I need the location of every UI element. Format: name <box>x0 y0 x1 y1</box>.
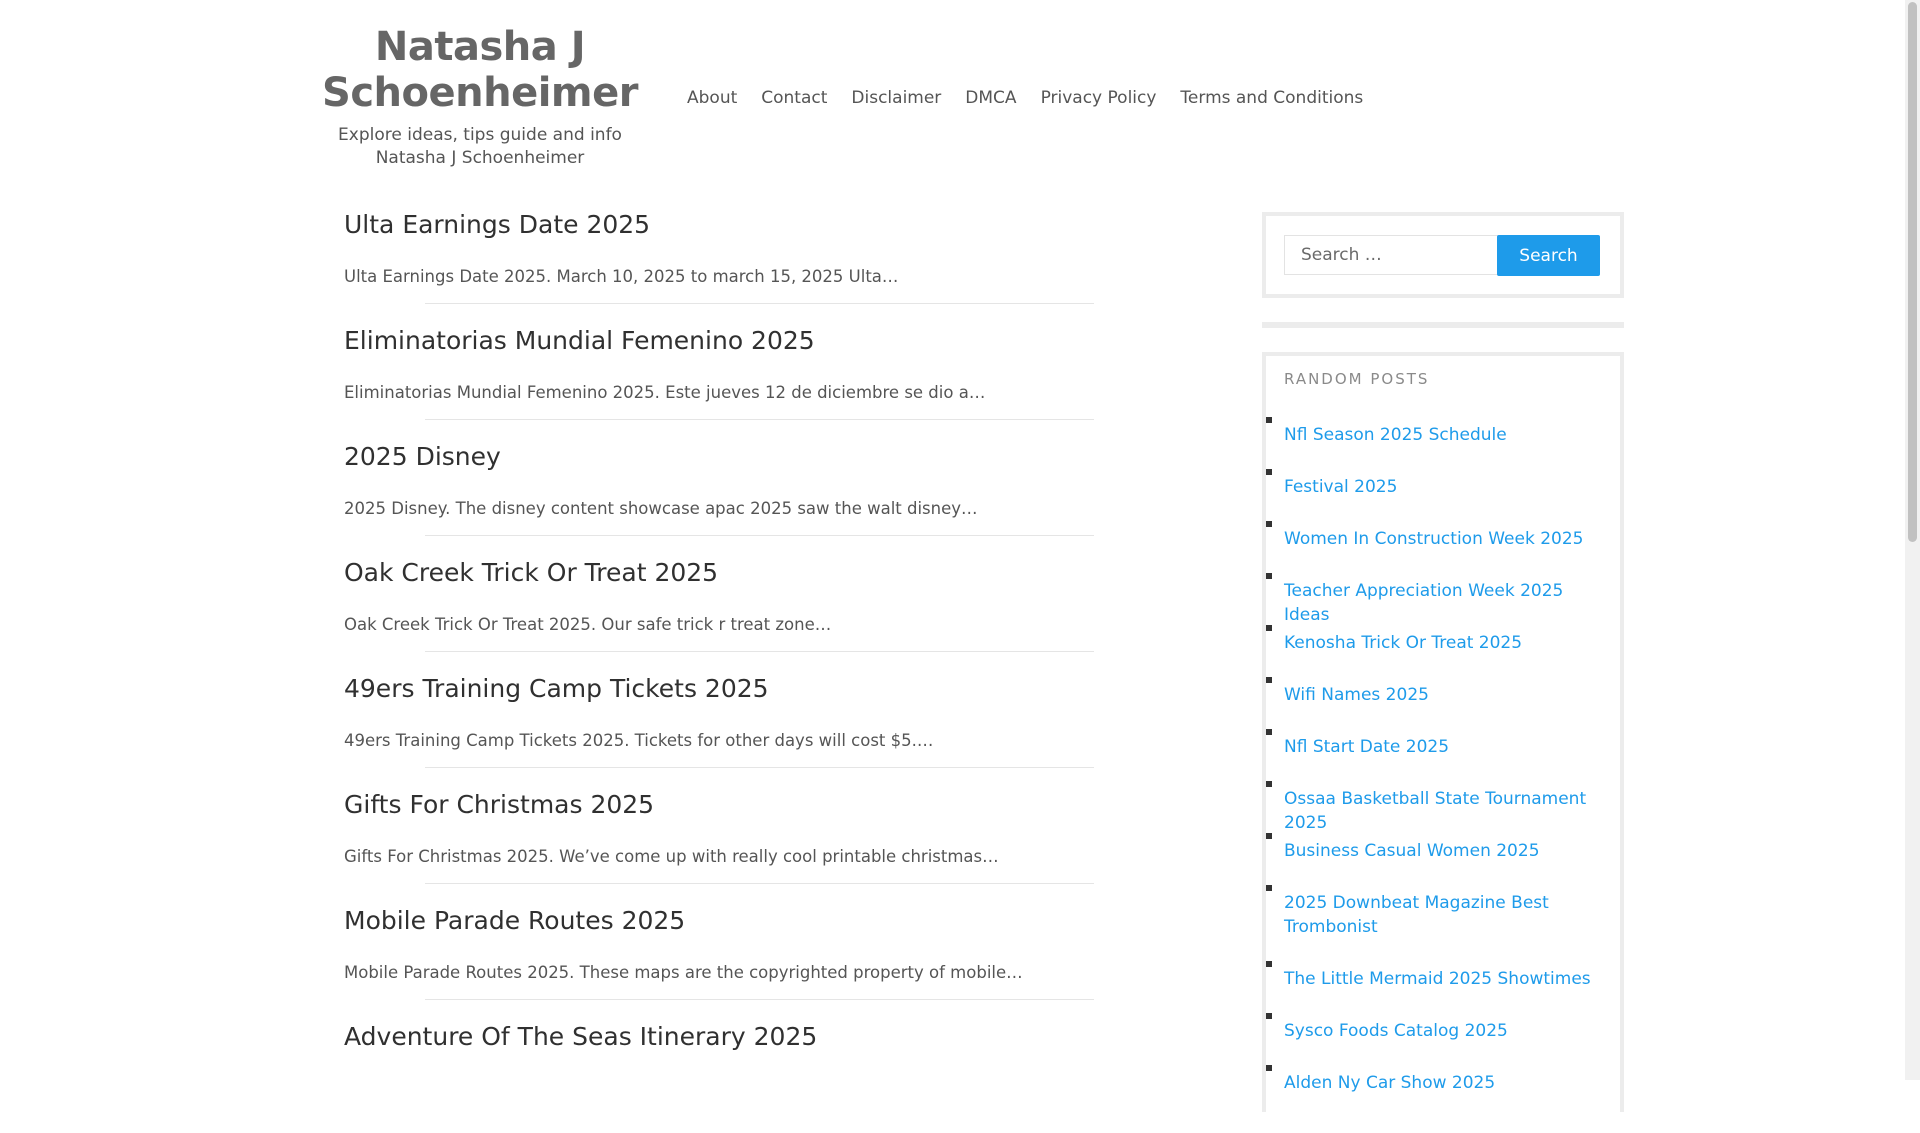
search-widget: Search <box>1262 212 1624 298</box>
nav-contact[interactable]: Contact <box>761 88 827 108</box>
bullet-icon <box>1266 1065 1272 1071</box>
random-post-link[interactable]: Alden Ny Car Show 2025 <box>1284 1071 1602 1095</box>
scrollbar-thumb[interactable] <box>1908 2 1917 542</box>
bullet-icon <box>1266 1013 1272 1019</box>
post-item: Eliminatorias Mundial Femenino 2025 Elim… <box>344 321 1094 437</box>
post-excerpt: Mobile Parade Routes 2025. These maps ar… <box>344 963 1023 982</box>
list-item: Nfl Start Date 2025 <box>1266 716 1620 768</box>
list-item: Ossaa Basketball State Tournament 2025 <box>1266 768 1620 833</box>
random-post-link[interactable]: 2025 Downbeat Magazine Best Trombonist <box>1284 891 1602 939</box>
bullet-icon <box>1266 833 1272 839</box>
random-post-link[interactable]: Wifi Names 2025 <box>1284 683 1602 707</box>
post-excerpt: 49ers Training Camp Tickets 2025. Ticket… <box>344 731 934 750</box>
list-item: Women In Construction Week 2025 <box>1266 508 1620 560</box>
list-item: Alden Ny Car Show 2025 <box>1266 1052 1620 1104</box>
search-button[interactable]: Search <box>1497 235 1600 276</box>
post-divider <box>425 883 1094 884</box>
post-title[interactable]: Oak Creek Trick Or Treat 2025 <box>344 557 718 589</box>
post-excerpt: Gifts For Christmas 2025. We’ve come up … <box>344 847 999 866</box>
random-post-link[interactable]: Business Casual Women 2025 <box>1284 839 1602 863</box>
post-excerpt: Eliminatorias Mundial Femenino 2025. Est… <box>344 383 986 402</box>
nav-dmca[interactable]: DMCA <box>965 88 1016 108</box>
post-title[interactable]: Ulta Earnings Date 2025 <box>344 209 650 241</box>
list-item: Wifi Names 2025 <box>1266 664 1620 716</box>
bullet-icon <box>1266 961 1272 967</box>
nav-disclaimer[interactable]: Disclaimer <box>851 88 941 108</box>
list-item: Teacher Appreciation Week 2025 Ideas <box>1266 560 1620 625</box>
bullet-icon <box>1266 885 1272 891</box>
post-title[interactable]: Adventure Of The Seas Itinerary 2025 <box>344 1021 817 1053</box>
random-post-link[interactable]: Festival 2025 <box>1284 475 1602 499</box>
sidebar: Search RANDOM POSTS Nfl Season 2025 Sche… <box>1262 212 1624 1112</box>
site-branding: Natasha J Schoenheimer Explore ideas, ti… <box>301 24 659 170</box>
bullet-icon <box>1266 417 1272 423</box>
nav-terms-and-conditions[interactable]: Terms and Conditions <box>1180 88 1363 108</box>
bullet-icon <box>1266 625 1272 631</box>
page-scrollbar[interactable] <box>1905 0 1920 1080</box>
post-title[interactable]: Eliminatorias Mundial Femenino 2025 <box>344 325 815 357</box>
site-title[interactable]: Natasha J Schoenheimer <box>301 24 659 116</box>
main-navigation: About Contact Disclaimer DMCA Privacy Po… <box>687 88 1363 108</box>
post-item: Ulta Earnings Date 2025 Ulta Earnings Da… <box>344 205 1094 321</box>
post-title[interactable]: 2025 Disney <box>344 441 501 473</box>
bullet-icon <box>1266 521 1272 527</box>
post-item: Mobile Parade Routes 2025 Mobile Parade … <box>344 901 1094 1017</box>
post-divider <box>425 419 1094 420</box>
post-list: Ulta Earnings Date 2025 Ulta Earnings Da… <box>344 205 1094 1133</box>
site-description: Explore ideas, tips guide and info Natas… <box>338 125 622 168</box>
random-posts-widget: RANDOM POSTS Nfl Season 2025 Schedule Fe… <box>1262 352 1624 1112</box>
bullet-icon <box>1266 781 1272 787</box>
sidebar-divider <box>1262 322 1624 328</box>
random-post-link[interactable]: Kenosha Trick Or Treat 2025 <box>1284 631 1602 655</box>
random-post-link[interactable]: The Little Mermaid 2025 Showtimes <box>1284 967 1602 991</box>
post-item: 49ers Training Camp Tickets 2025 49ers T… <box>344 669 1094 785</box>
post-excerpt: Oak Creek Trick Or Treat 2025. Our safe … <box>344 615 832 634</box>
post-item: Oak Creek Trick Or Treat 2025 Oak Creek … <box>344 553 1094 669</box>
list-item: Kenosha Trick Or Treat 2025 <box>1266 612 1620 664</box>
nav-about[interactable]: About <box>687 88 737 108</box>
post-title[interactable]: 49ers Training Camp Tickets 2025 <box>344 673 769 705</box>
search-input[interactable] <box>1284 235 1498 275</box>
post-divider <box>425 767 1094 768</box>
nav-privacy-policy[interactable]: Privacy Policy <box>1041 88 1157 108</box>
post-divider <box>425 651 1094 652</box>
random-post-link[interactable]: Nfl Start Date 2025 <box>1284 735 1602 759</box>
list-item: Festival 2025 <box>1266 456 1620 508</box>
random-post-link[interactable]: Women In Construction Week 2025 <box>1284 527 1602 551</box>
list-item: The Little Mermaid 2025 Showtimes <box>1266 948 1620 1000</box>
post-excerpt: Ulta Earnings Date 2025. March 10, 2025 … <box>344 267 899 286</box>
list-item: Nfl Season 2025 Schedule <box>1266 404 1620 456</box>
post-divider <box>425 303 1094 304</box>
post-item: 2025 Disney 2025 Disney. The disney cont… <box>344 437 1094 553</box>
list-item: Business Casual Women 2025 <box>1266 820 1620 872</box>
random-post-link[interactable]: Nfl Season 2025 Schedule <box>1284 423 1602 447</box>
post-item: Gifts For Christmas 2025 Gifts For Chris… <box>344 785 1094 901</box>
bullet-icon <box>1266 729 1272 735</box>
bullet-icon <box>1266 469 1272 475</box>
post-title[interactable]: Gifts For Christmas 2025 <box>344 789 654 821</box>
bullet-icon <box>1266 677 1272 683</box>
list-item: Sysco Foods Catalog 2025 <box>1266 1000 1620 1052</box>
list-item: 2025 Downbeat Magazine Best Trombonist <box>1266 872 1620 948</box>
random-post-link[interactable]: Sysco Foods Catalog 2025 <box>1284 1019 1602 1043</box>
post-item: Adventure Of The Seas Itinerary 2025 <box>344 1017 1094 1133</box>
post-divider <box>425 535 1094 536</box>
post-divider <box>425 999 1094 1000</box>
bullet-icon <box>1266 573 1272 579</box>
random-posts-heading: RANDOM POSTS <box>1284 370 1430 388</box>
random-posts-list: Nfl Season 2025 Schedule Festival 2025 W… <box>1266 404 1620 1104</box>
post-excerpt: 2025 Disney. The disney content showcase… <box>344 499 978 518</box>
post-title[interactable]: Mobile Parade Routes 2025 <box>344 905 685 937</box>
